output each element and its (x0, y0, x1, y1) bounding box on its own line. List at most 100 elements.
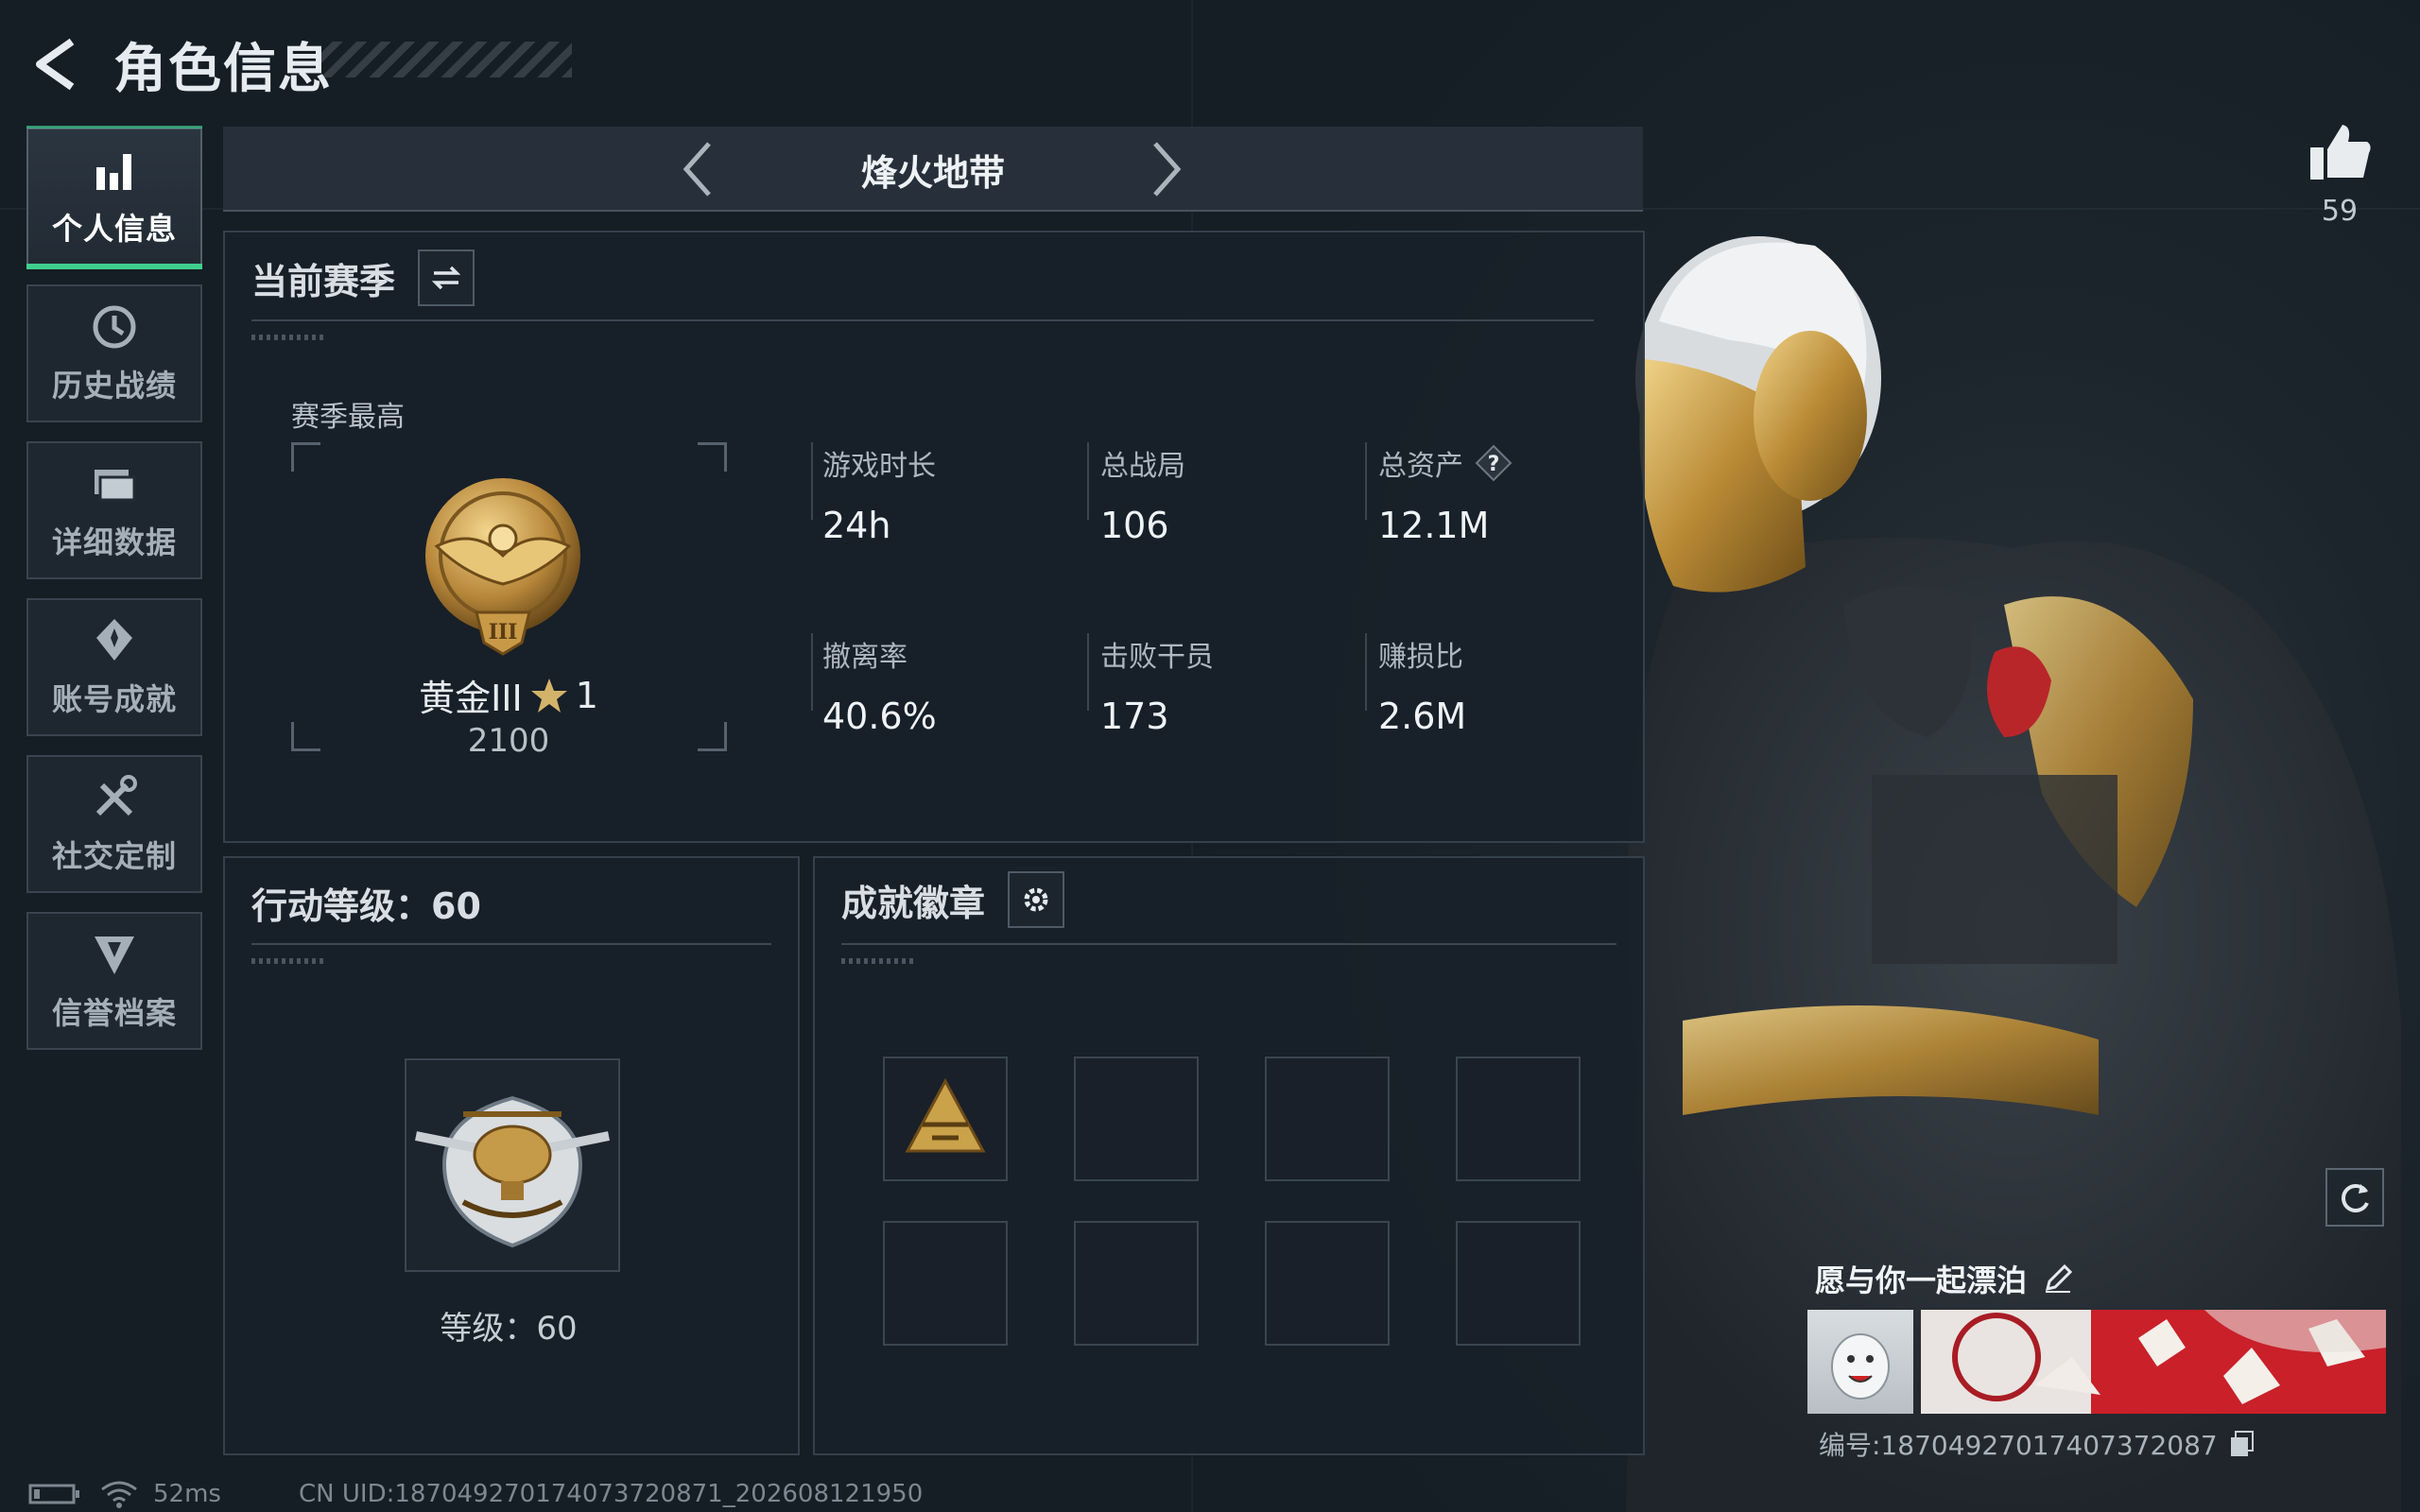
stat-label: 总资产 (1378, 450, 1463, 483)
stat-value: 40.6% (822, 696, 937, 737)
stat-value: 106 (1100, 505, 1169, 546)
stat-total-matches: 总战局 106 (1100, 442, 1185, 546)
frame-corner (698, 442, 727, 472)
badge-slot[interactable] (883, 1057, 1008, 1181)
sidebar-item-credit[interactable]: 信誉档案 (26, 912, 202, 1050)
sidebar-item-label: 信誉档案 (51, 995, 177, 1031)
stat-value: 24h (822, 505, 891, 546)
ping: 52ms (153, 1480, 221, 1508)
copy-icon[interactable] (2227, 1430, 2256, 1458)
rank-score: 2100 (467, 722, 550, 760)
banner-image (1921, 1310, 2386, 1414)
stat-play-time: 游戏时长 24h (822, 442, 936, 546)
stat-divider (1087, 633, 1089, 711)
achievement-badges-panel: 成就徽章 (813, 856, 1645, 1455)
header: 角色信息 (0, 0, 662, 123)
season-switch-button[interactable] (418, 249, 475, 306)
badges-settings-button[interactable] (1008, 871, 1065, 928)
pencil-icon[interactable] (2042, 1263, 2074, 1295)
level-value: 等级：60 (440, 1310, 578, 1348)
profile-banner[interactable] (1921, 1310, 2386, 1414)
season-title: 当前赛季 (251, 260, 396, 302)
wifi-icon (101, 1481, 137, 1508)
achievement-icon (96, 619, 132, 661)
help-icon[interactable]: ? (1475, 444, 1512, 482)
rank-stars: 1 (575, 674, 598, 716)
stat-divider (811, 442, 813, 520)
stat-value: 173 (1100, 696, 1169, 737)
avatar[interactable] (1807, 1310, 1913, 1414)
sidebar-item-label: 历史战绩 (51, 368, 177, 404)
folder-icon (95, 470, 136, 502)
section-divider (251, 943, 771, 945)
refresh-icon (2342, 1184, 2369, 1212)
status-bar: 52ms (28, 1480, 221, 1508)
stat-divider (1365, 442, 1367, 520)
sidebar-item-social[interactable]: 社交定制 (26, 755, 202, 893)
page-title: 角色信息 (113, 39, 333, 100)
like-count: 59 (2321, 195, 2359, 228)
action-level-panel: 行动等级：60 等级：60 (223, 856, 800, 1455)
nickname-row: 愿与你一起漂泊 (1815, 1257, 2074, 1300)
refresh-button[interactable] (2325, 1168, 2384, 1227)
section-divider (251, 319, 1594, 321)
section-tick (251, 958, 327, 964)
tools-icon (95, 775, 137, 816)
bar-chart-icon (96, 154, 131, 190)
stat-label: 游戏时长 (822, 450, 936, 483)
badge-slot[interactable] (883, 1221, 1008, 1346)
stat-extract-rate: 撤离率 40.6% (822, 633, 937, 737)
badge-slot[interactable] (1265, 1057, 1390, 1181)
badge-slot[interactable] (1074, 1057, 1199, 1181)
nickname: 愿与你一起漂泊 (1815, 1263, 2028, 1298)
stat-label-row: 总资产 ? (1378, 442, 1512, 484)
stat-label: 撤离率 (822, 641, 908, 674)
sidebar-item-label: 详细数据 (51, 524, 177, 560)
stat-value: 2.6M (1378, 696, 1467, 737)
gear-icon (1024, 887, 1048, 912)
like-button[interactable]: 59 (2297, 121, 2382, 228)
badge-slot[interactable] (1265, 1221, 1390, 1346)
sidebar: 个人信息 历史战绩 详细数据 账号成就 社交定制 信誉档案 (26, 126, 202, 1069)
gold-triangle-badge-icon (905, 1077, 986, 1153)
mode-title: 烽火地带 (860, 152, 1005, 194)
stat-divider (1087, 442, 1089, 520)
player-id-row: 编号:18704927017407372087 (1819, 1425, 2256, 1463)
stat-profit-loss: 赚损比 2.6M (1378, 633, 1466, 737)
stat-label: 总战局 (1100, 450, 1185, 483)
sidebar-item-achievements[interactable]: 账号成就 (26, 598, 202, 736)
gold-rank-badge-icon: III (425, 478, 580, 656)
rank-name: 黄金III (419, 678, 523, 719)
star-icon (530, 678, 567, 713)
level-emblem-frame (405, 1058, 620, 1272)
title-decoration (321, 42, 572, 77)
sidebar-item-details[interactable]: 详细数据 (26, 441, 202, 579)
stat-label: 赚损比 (1378, 641, 1463, 674)
stat-value: 12.1M (1378, 505, 1490, 546)
season-panel: 当前赛季 赛季最高 III 黄金III 1 2100 游戏时长 24h 总战局 … (223, 231, 1645, 843)
section-divider (841, 943, 1616, 945)
sidebar-item-history[interactable]: 历史战绩 (26, 284, 202, 422)
season-best-label: 赛季最高 (291, 401, 405, 434)
stat-divider (1365, 633, 1367, 711)
thumbs-up-icon (2310, 125, 2371, 180)
badge-slot[interactable] (1074, 1221, 1199, 1346)
battery-icon (28, 1484, 79, 1504)
avatar-image (1831, 1333, 1890, 1400)
frame-corner (291, 442, 320, 472)
sidebar-item-label: 个人信息 (51, 211, 177, 247)
badge-slot[interactable] (1456, 1057, 1581, 1181)
sidebar-item-label: 社交定制 (51, 838, 177, 874)
level-header: 行动等级：60 (251, 877, 481, 929)
stat-operators-defeated: 击败干员 173 (1100, 633, 1214, 737)
back-arrow-icon[interactable] (26, 34, 87, 94)
svg-text:?: ? (1488, 453, 1500, 476)
badge-slot[interactable] (1456, 1221, 1581, 1346)
credit-shield-icon (95, 936, 134, 974)
sidebar-item-personal-info[interactable]: 个人信息 (26, 126, 202, 269)
swap-icon (431, 266, 461, 290)
level-title: 行动等级：60 (251, 885, 481, 927)
stat-total-assets: 总资产 ? 12.1M (1378, 442, 1512, 546)
chevron-right-icon[interactable] (1131, 136, 1197, 202)
section-tick (251, 335, 327, 340)
